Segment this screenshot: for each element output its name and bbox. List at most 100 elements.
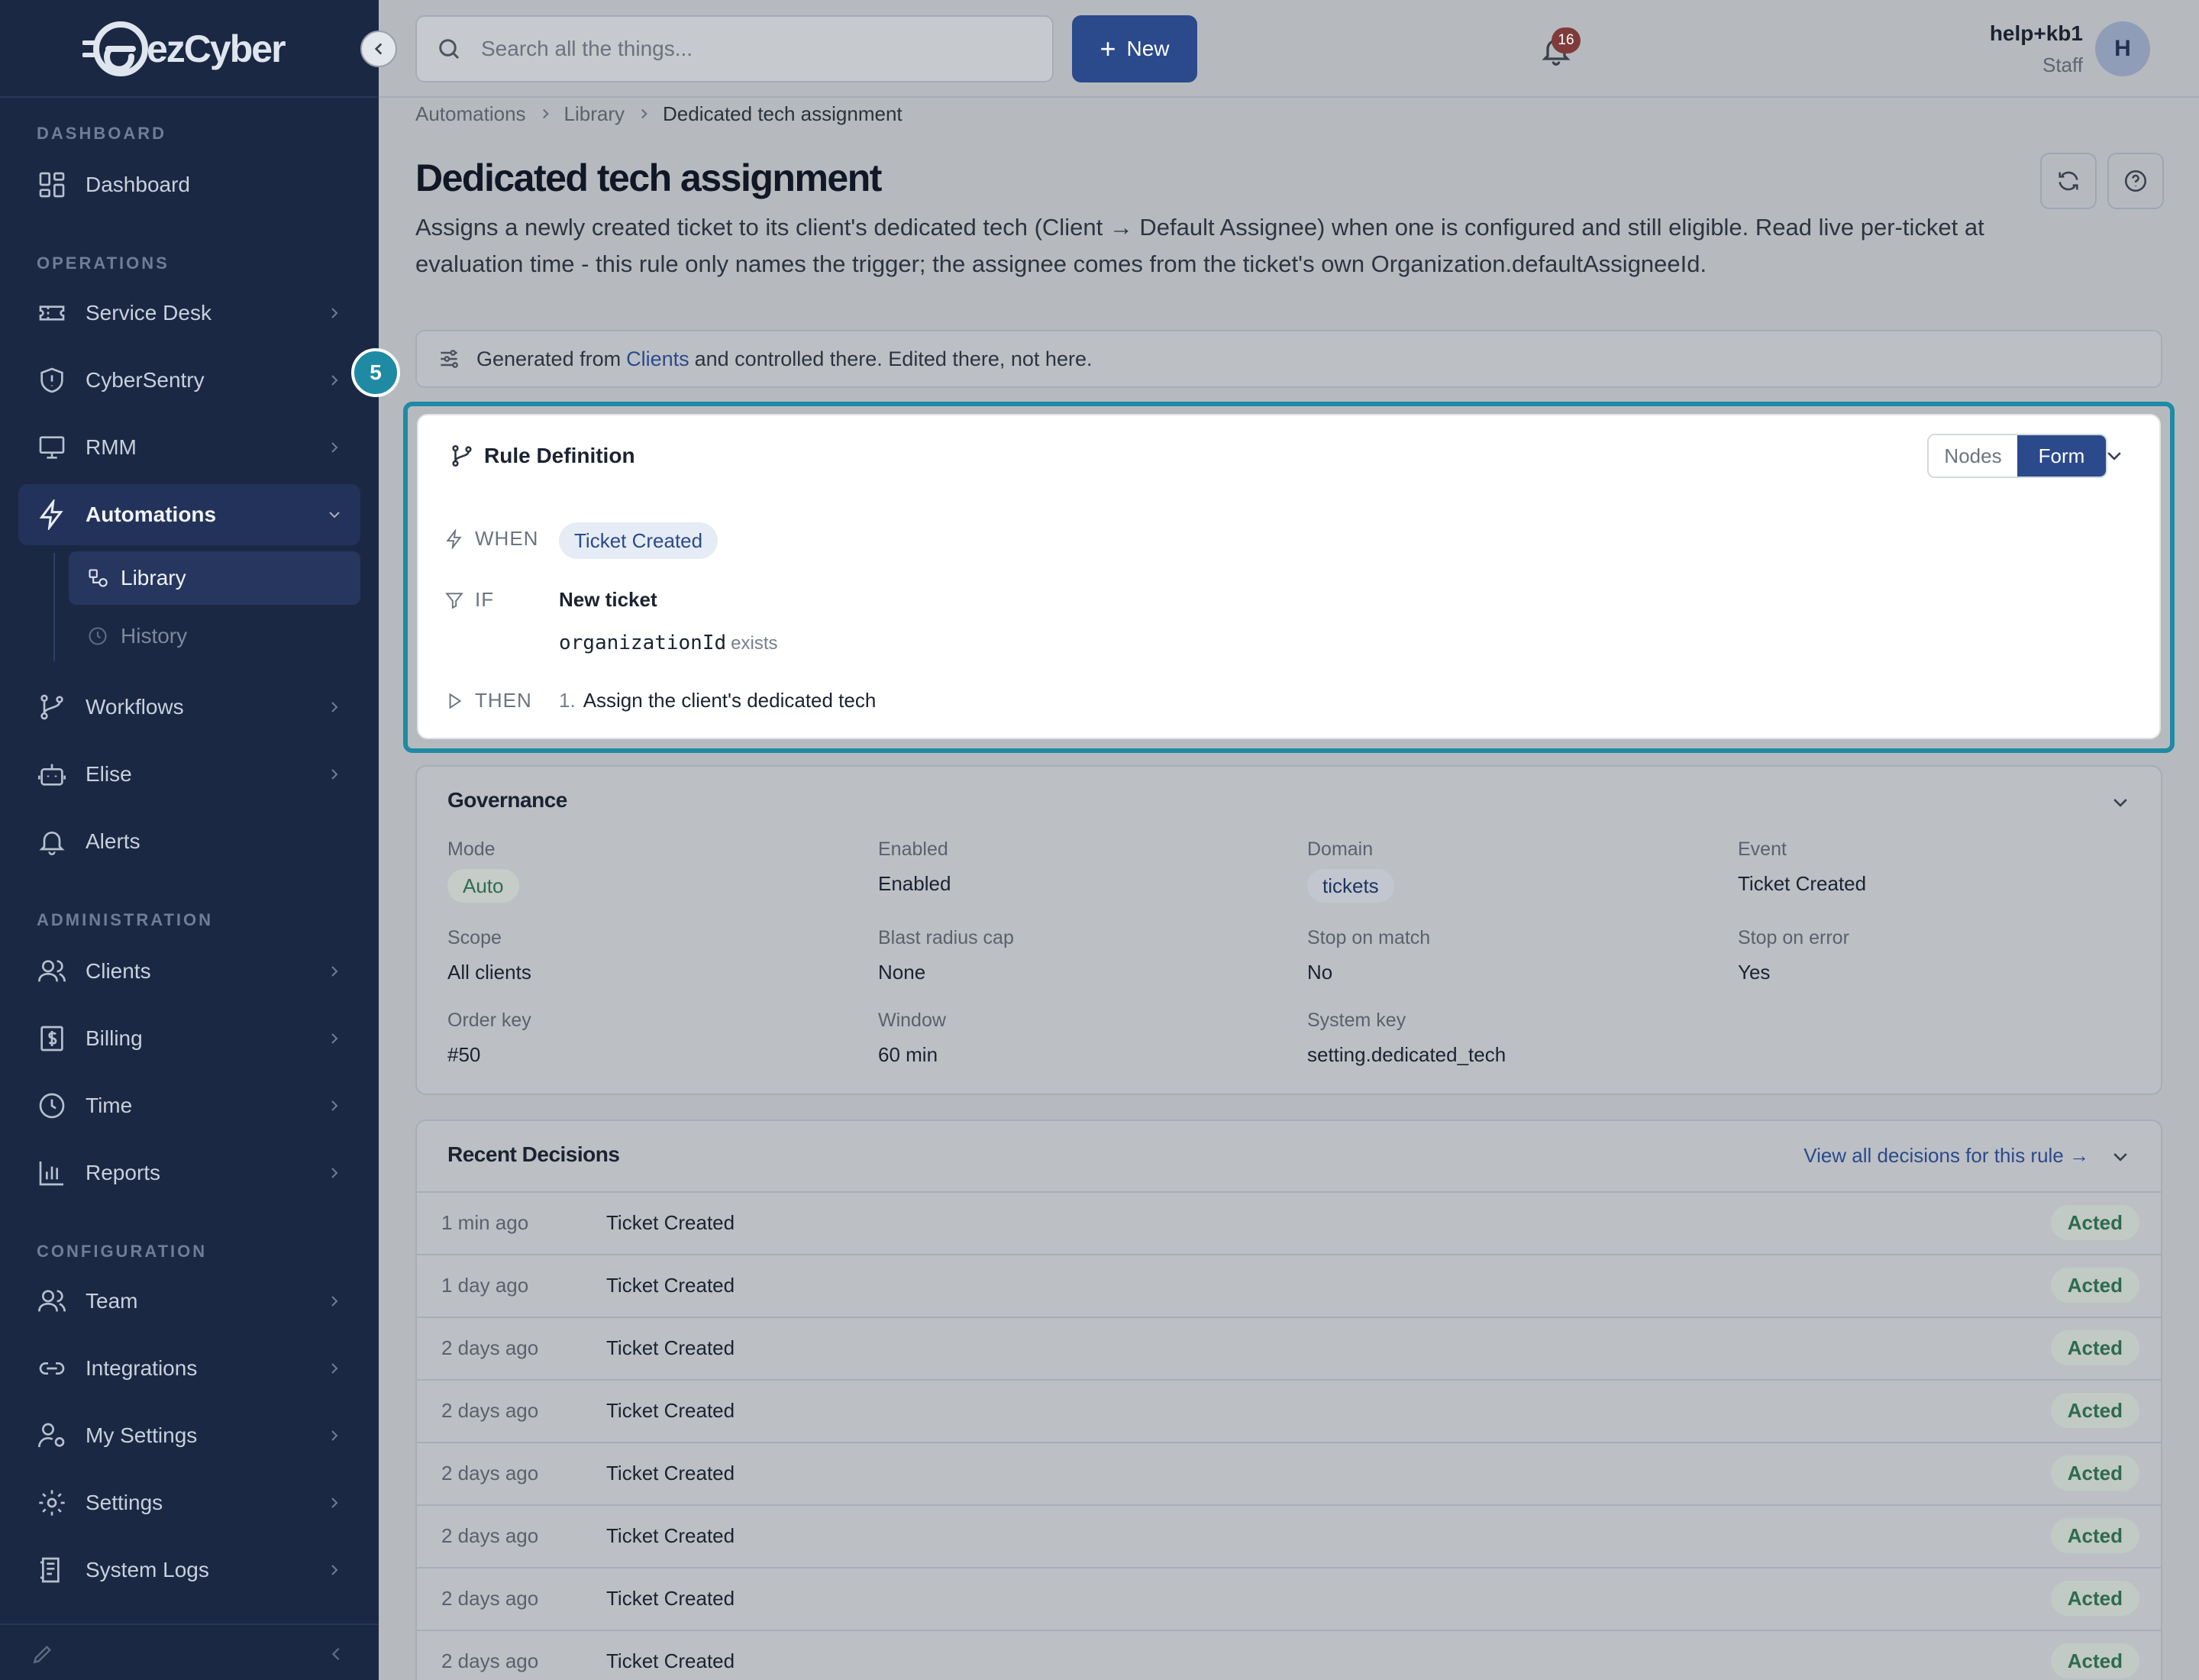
user-role: Staff	[2042, 53, 2083, 76]
search-icon	[439, 39, 460, 60]
new-button-label: New	[1126, 37, 1170, 60]
gov-value-blast-radius: None	[878, 961, 926, 984]
sidebar-item-label: Settings	[86, 1491, 163, 1514]
sidebar-item-time[interactable]: Time	[18, 1075, 360, 1136]
search-input[interactable]	[481, 37, 1016, 61]
view-toggle: Nodes Form	[1927, 434, 2107, 478]
if-label: IF	[444, 588, 494, 612]
collapse-sidebar-button[interactable]	[360, 31, 397, 67]
sidebar-item-settings[interactable]: Settings	[18, 1472, 360, 1533]
sidebar-item-label: My Settings	[86, 1423, 198, 1447]
view-option-nodes[interactable]: Nodes	[1929, 435, 2017, 477]
table-row[interactable]: 1 min ago Ticket Created Acted	[417, 1191, 2161, 1254]
clock-icon	[39, 1093, 65, 1119]
refresh-button[interactable]	[2040, 153, 2097, 209]
logo[interactable]: ezCyber	[82, 18, 286, 79]
chevron-right-icon	[331, 1430, 338, 1441]
trigger-pill[interactable]: Ticket Created	[559, 522, 718, 559]
sidebar-item-workflows[interactable]: Workflows	[18, 677, 360, 738]
sidebar-item-label: Clients	[86, 959, 151, 983]
sidebar-item-label: Integrations	[86, 1356, 198, 1380]
table-row[interactable]: 2 days ago Ticket Created Acted	[417, 1567, 2161, 1630]
sidebar-item-label: Team	[86, 1289, 138, 1313]
decision-time: 1 day ago	[441, 1274, 529, 1297]
sidebar-item-my-settings[interactable]: My Settings	[18, 1405, 360, 1466]
chevron-right-icon	[331, 308, 338, 318]
monitor-icon	[39, 436, 65, 459]
sidebar-item-library[interactable]: Library	[69, 551, 360, 605]
table-row[interactable]: 2 days ago Ticket Created Acted	[417, 1379, 2161, 1442]
sidebar-item-history[interactable]: History	[69, 609, 360, 663]
view-option-form[interactable]: Form	[2017, 435, 2106, 477]
clients-link[interactable]: Clients	[626, 347, 689, 371]
governance-title: Governance	[447, 788, 567, 812]
notification-count-badge: 16	[1552, 27, 1581, 53]
chevron-down-icon[interactable]	[2110, 793, 2130, 813]
breadcrumb-automations[interactable]: Automations	[415, 102, 526, 126]
sidebar-item-billing[interactable]: Billing	[18, 1008, 360, 1069]
sidebar-item-team[interactable]: Team	[18, 1271, 360, 1332]
new-button[interactable]: + New	[1072, 15, 1197, 82]
chevron-right-icon	[542, 108, 549, 119]
play-icon	[449, 693, 462, 709]
then-label-text: THEN	[475, 689, 532, 712]
status-badge: Acted	[2050, 1581, 2139, 1616]
sidebar-item-integrations[interactable]: Integrations	[18, 1338, 360, 1399]
banner-suffix: and controlled there. Edited there, not …	[694, 347, 1093, 370]
gov-value-event: Ticket Created	[1738, 872, 1867, 895]
table-row[interactable]: 2 days ago Ticket Created Acted	[417, 1442, 2161, 1504]
status-badge: Acted	[2050, 1268, 2139, 1303]
invoice-icon	[40, 1026, 63, 1052]
search-box[interactable]	[415, 15, 1054, 82]
sidebar-item-label: CyberSentry	[86, 368, 205, 392]
sidebar-item-cybersentry[interactable]: CyberSentry	[18, 350, 360, 411]
chevron-left-icon[interactable]	[327, 1645, 345, 1663]
sidebar-item-label: RMM	[86, 435, 137, 459]
banner-prefix: Generated from	[476, 347, 622, 370]
decision-time: 2 days ago	[441, 1462, 539, 1485]
view-all-decisions-link[interactable]: View all decisions for this rule →	[1803, 1144, 2089, 1168]
breadcrumb-library[interactable]: Library	[564, 102, 625, 126]
sidebar-item-clients[interactable]: Clients	[18, 941, 360, 1002]
gov-label-event: Event	[1738, 838, 1787, 860]
help-button[interactable]	[2107, 153, 2164, 209]
sidebar-item-system-logs[interactable]: System Logs	[18, 1539, 360, 1601]
sidebar-item-service-desk[interactable]: Service Desk	[18, 283, 360, 344]
lightning-icon	[39, 499, 63, 530]
status-badge: Acted	[2050, 1455, 2139, 1491]
sidebar-item-elise[interactable]: Elise	[18, 744, 360, 805]
sliders-icon	[441, 350, 458, 368]
chevron-down-icon[interactable]	[2110, 1147, 2130, 1167]
sidebar-item-dashboard[interactable]: Dashboard	[18, 154, 360, 215]
decision-event: Ticket Created	[606, 1524, 735, 1547]
chevron-down-icon	[329, 512, 340, 519]
sidebar-item-automations[interactable]: Automations	[18, 484, 360, 545]
ticket-icon	[39, 305, 65, 321]
gov-value-window: 60 min	[878, 1043, 938, 1066]
chevron-right-icon	[331, 1100, 338, 1111]
table-row[interactable]: 1 day ago Ticket Created Acted	[417, 1254, 2161, 1317]
sidebar-item-alerts[interactable]: Alerts	[18, 811, 360, 872]
chevron-right-icon	[641, 108, 647, 119]
status-badge: Acted	[2050, 1393, 2139, 1428]
table-row[interactable]: 2 days ago Ticket Created Acted	[417, 1630, 2161, 1680]
avatar[interactable]: H	[2095, 21, 2150, 76]
sidebar-item-label: Elise	[86, 762, 132, 786]
sidebar-item-rmm[interactable]: RMM	[18, 417, 360, 478]
chevron-right-icon	[331, 966, 338, 977]
user-name[interactable]: help+kb1	[1990, 21, 2083, 46]
gov-label-stop-on-error: Stop on error	[1738, 927, 1849, 948]
sidebar-item-label: Dashboard	[86, 173, 190, 196]
chevron-down-icon[interactable]	[2104, 446, 2124, 466]
rule-definition-card: Rule Definition Nodes Form WHEN Ticket C…	[417, 414, 2161, 739]
chevron-right-icon	[331, 769, 338, 780]
branch-icon	[452, 444, 472, 467]
sidebar-item-reports[interactable]: Reports	[18, 1142, 360, 1203]
table-row[interactable]: 2 days ago Ticket Created Acted	[417, 1317, 2161, 1379]
pencil-icon[interactable]	[31, 1642, 55, 1666]
logs-icon	[40, 1557, 60, 1583]
topbar: + New	[379, 0, 2199, 98]
decision-time: 1 min ago	[441, 1211, 529, 1234]
sidebar-item-label: Workflows	[86, 695, 184, 719]
table-row[interactable]: 2 days ago Ticket Created Acted	[417, 1504, 2161, 1567]
